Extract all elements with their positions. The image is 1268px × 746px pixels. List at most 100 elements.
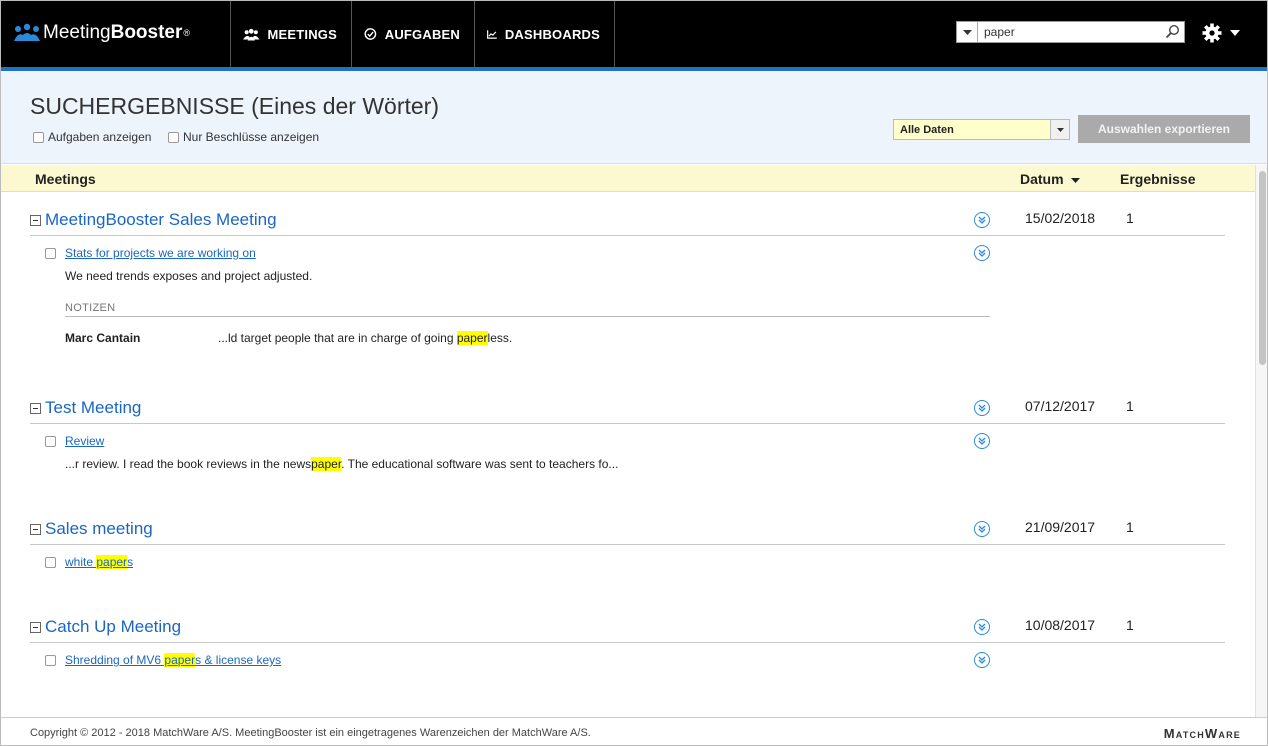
people-icon xyxy=(243,28,260,40)
gear-icon xyxy=(1202,23,1222,43)
app-window: Meeting Booster ® MEETINGS AUFGABEN DASH… xyxy=(0,0,1268,746)
search-results-header: SUCHERGEBNISSE (Eines der Wörter) Aufgab… xyxy=(1,71,1267,164)
link-text-pre: white xyxy=(65,555,97,569)
expand-details-icon[interactable] xyxy=(974,212,990,228)
meeting-result-count: 1 xyxy=(1126,398,1134,414)
collapse-icon[interactable] xyxy=(30,215,41,226)
item-checkbox[interactable] xyxy=(45,655,56,666)
link-text-post: s & license keys xyxy=(195,653,282,667)
copyright-text: Copyright © 2012 - 2018 MatchWare A/S. M… xyxy=(30,727,591,739)
item-link[interactable]: white papers xyxy=(65,555,133,569)
meeting-header-row: Catch Up Meeting 10/08/2017 1 xyxy=(30,615,1225,643)
note-snippet: ...ld target people that are in charge o… xyxy=(218,331,512,345)
only-decisions-checkbox[interactable] xyxy=(168,131,179,143)
meeting-date: 15/02/2018 xyxy=(1025,210,1096,226)
meeting-header-row: Sales meeting 21/09/2017 1 xyxy=(30,517,1225,545)
show-tasks-checkbox[interactable] xyxy=(33,131,44,143)
meeting-result-count: 1 xyxy=(1126,519,1134,535)
date-filter-arrow[interactable] xyxy=(1050,120,1069,139)
caret-down-icon xyxy=(1230,30,1240,36)
note-text-pre: ...ld target people that are in charge o… xyxy=(218,331,457,345)
page-title: SUCHERGEBNISSE (Eines der Wörter) xyxy=(30,93,439,119)
expand-details-icon[interactable] xyxy=(974,521,990,537)
meeting-title[interactable]: Test Meeting xyxy=(45,398,141,418)
collapse-icon[interactable] xyxy=(30,403,41,414)
meeting-header-row: MeetingBooster Sales Meeting 15/02/2018 … xyxy=(30,208,1225,236)
item-checkbox[interactable] xyxy=(45,248,56,259)
footer: Copyright © 2012 - 2018 MatchWare A/S. M… xyxy=(1,717,1267,745)
date-filter-select[interactable]: Alle Daten xyxy=(893,119,1070,140)
sort-desc-icon xyxy=(1071,177,1081,183)
item-snippet: ...r review. I read the book reviews in … xyxy=(65,457,618,471)
expand-item-icon[interactable] xyxy=(974,652,990,668)
main-nav: MEETINGS AUFGABEN DASHBOARDS xyxy=(230,1,615,67)
search-input[interactable] xyxy=(978,23,1158,41)
item-link[interactable]: Stats for projects we are working on xyxy=(65,246,256,260)
link-text-pre: Shredding of MV6 xyxy=(65,653,165,667)
logo-registered-mark: ® xyxy=(183,28,191,38)
nav-tasks-label: AUFGABEN xyxy=(384,26,460,42)
column-date[interactable]: Datum xyxy=(1020,171,1081,187)
chart-line-icon xyxy=(487,29,497,39)
only-decisions-option[interactable]: Nur Beschlüsse anzeigen xyxy=(168,130,319,144)
expand-details-icon[interactable] xyxy=(974,400,990,416)
only-decisions-label: Nur Beschlüsse anzeigen xyxy=(183,130,320,144)
meeting-result-count: 1 xyxy=(1126,210,1134,226)
snippet-text-post: . The educational software was sent to t… xyxy=(341,457,619,471)
meeting-result-count: 1 xyxy=(1126,617,1134,633)
results-scrollbar[interactable] xyxy=(1255,165,1267,717)
search-icon[interactable] xyxy=(1165,24,1180,39)
expand-item-icon[interactable] xyxy=(974,245,990,261)
settings-menu[interactable] xyxy=(1202,21,1244,45)
note-text-post: less. xyxy=(487,331,513,345)
meeting-date: 10/08/2017 xyxy=(1025,617,1096,633)
expand-details-icon[interactable] xyxy=(974,619,990,635)
search-box xyxy=(956,21,1185,43)
caret-down-icon xyxy=(962,29,972,35)
expand-item-icon[interactable] xyxy=(974,433,990,449)
nav-meetings[interactable]: MEETINGS xyxy=(230,1,351,67)
matchware-logo: MatchWare xyxy=(1163,726,1241,741)
caret-down-icon xyxy=(1056,127,1064,132)
scrollbar-thumb[interactable] xyxy=(1259,171,1266,365)
meeting-title[interactable]: Sales meeting xyxy=(45,519,153,539)
results-list: MeetingBooster Sales Meeting 15/02/2018 … xyxy=(1,192,1255,717)
results-column-header: Meetings Datum Ergebnisse xyxy=(1,165,1255,192)
show-tasks-option[interactable]: Aufgaben anzeigen xyxy=(33,130,151,144)
logo-icon xyxy=(14,23,40,41)
search-highlight: paper xyxy=(311,457,342,471)
item-link[interactable]: Shredding of MV6 papers & license keys xyxy=(65,653,281,667)
check-circle-icon xyxy=(364,28,377,40)
date-filter-value: Alle Daten xyxy=(900,124,954,136)
search-scope-dropdown[interactable] xyxy=(957,22,978,42)
note-author: Marc Cantain xyxy=(65,331,141,345)
item-description: We need trends exposes and project adjus… xyxy=(65,269,313,283)
nav-tasks[interactable]: AUFGABEN xyxy=(351,1,474,67)
meeting-header-row: Test Meeting 07/12/2017 1 xyxy=(30,396,1225,424)
nav-dashboards[interactable]: DASHBOARDS xyxy=(474,1,615,67)
column-results: Ergebnisse xyxy=(1120,171,1196,187)
search-highlight: paper xyxy=(96,555,128,569)
snippet-text-pre: ...r review. I read the book reviews in … xyxy=(65,457,312,471)
item-link[interactable]: Review xyxy=(65,434,104,448)
collapse-icon[interactable] xyxy=(30,622,41,633)
meeting-title[interactable]: MeetingBooster Sales Meeting xyxy=(45,210,277,230)
item-checkbox[interactable] xyxy=(45,436,56,447)
meeting-date: 07/12/2017 xyxy=(1025,398,1096,414)
logo-text-regular: Meeting xyxy=(43,22,111,43)
meeting-date: 21/09/2017 xyxy=(1025,519,1096,535)
search-highlight: paper xyxy=(456,331,488,345)
show-tasks-label: Aufgaben anzeigen xyxy=(48,130,152,144)
notes-divider xyxy=(65,316,990,317)
app-logo[interactable]: Meeting Booster ® xyxy=(13,21,190,45)
logo-text-bold: Booster xyxy=(110,22,183,43)
item-checkbox[interactable] xyxy=(45,557,56,568)
nav-meetings-label: MEETINGS xyxy=(267,26,337,42)
meeting-title[interactable]: Catch Up Meeting xyxy=(45,617,181,637)
export-selection-button[interactable]: Auswahlen exportieren xyxy=(1078,115,1250,143)
column-date-label: Datum xyxy=(1020,171,1064,187)
collapse-icon[interactable] xyxy=(30,524,41,535)
nav-dashboards-label: DASHBOARDS xyxy=(504,26,600,42)
notes-label: NOTIZEN xyxy=(65,302,116,314)
column-meetings: Meetings xyxy=(35,171,96,187)
